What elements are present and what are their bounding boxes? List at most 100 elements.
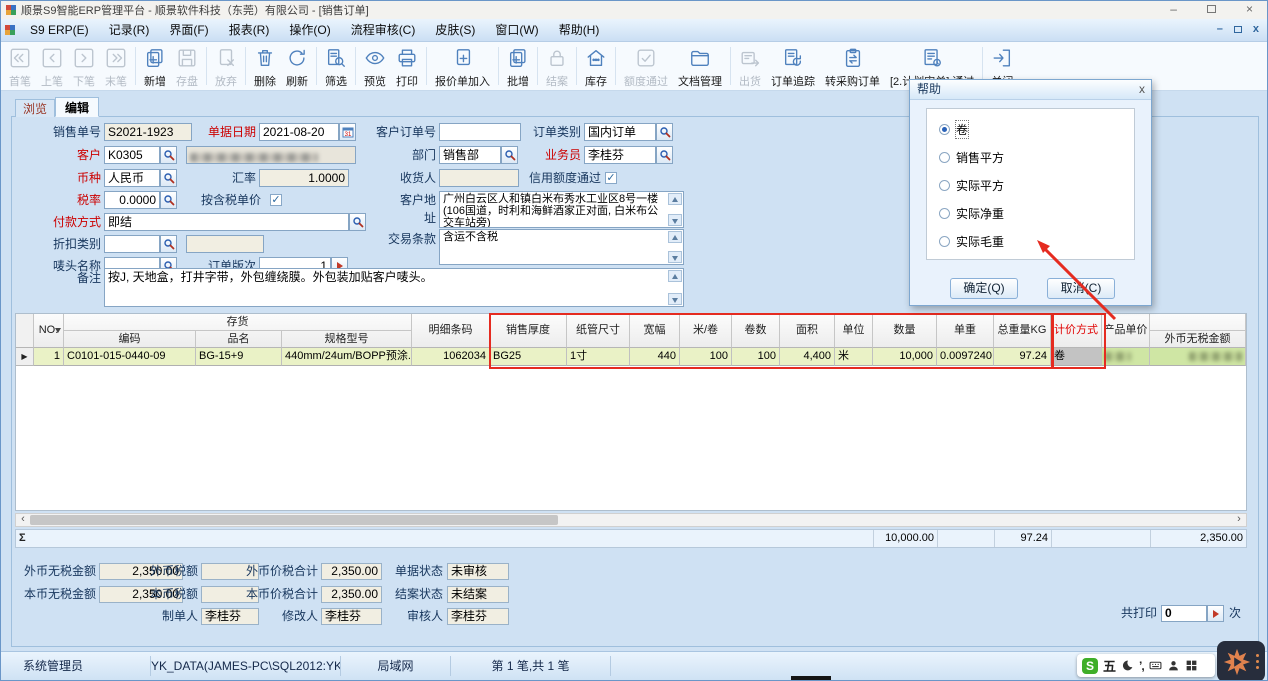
cell-code[interactable]: C0101-015-0440-09 xyxy=(64,348,196,366)
toolbar-quote-add-button[interactable]: 报价单加入 xyxy=(430,44,495,88)
tax-rate-field[interactable]: 0.0000 xyxy=(104,191,160,209)
cell-unit[interactable]: 米 xyxy=(835,348,873,366)
menu-item-6[interactable]: 皮肤(S) xyxy=(425,19,485,41)
grid-icon[interactable] xyxy=(1185,659,1198,672)
col-header-spec[interactable]: 规格型号 xyxy=(282,331,412,348)
print-count-spinner-icon[interactable] xyxy=(1207,605,1224,622)
customer-lookup-icon[interactable] xyxy=(160,146,177,164)
cell-wide[interactable]: 440 xyxy=(630,348,680,366)
toolbar-batch-add-button[interactable]: 批增 xyxy=(502,44,534,88)
payment-field[interactable]: 即结 xyxy=(104,213,349,231)
toolbar-track-button[interactable]: 订单追踪 xyxy=(766,44,820,88)
radio-icon[interactable] xyxy=(939,236,950,247)
col-header-tweight[interactable]: 总重量KG xyxy=(994,314,1051,348)
row-indicator[interactable]: ▶ xyxy=(16,348,34,366)
person-icon[interactable] xyxy=(1167,659,1180,672)
customer-field[interactable]: K0305 xyxy=(104,146,160,164)
order-type-lookup-icon[interactable] xyxy=(656,123,673,141)
mdi-restore-button[interactable] xyxy=(1234,26,1242,33)
scroll-down-icon[interactable] xyxy=(668,251,682,263)
address-field[interactable]: 广州白云区人和镇白米布秀水工业区8号一楼 (106国道，时利和海鲜酒家正对面, … xyxy=(439,191,684,228)
discount-type-field[interactable] xyxy=(104,235,160,253)
salesman-lookup-icon[interactable] xyxy=(656,146,673,164)
keyboard-icon[interactable] xyxy=(1149,659,1162,672)
radio-icon[interactable] xyxy=(939,208,950,219)
toolbar-preview-button[interactable]: 预览 xyxy=(359,44,391,88)
tax-rate-lookup-icon[interactable] xyxy=(160,191,177,209)
scroll-up-icon[interactable] xyxy=(668,231,682,243)
scroll-down-icon[interactable] xyxy=(668,214,682,226)
close-button[interactable]: × xyxy=(1246,2,1253,16)
mdi-minimize-button[interactable]: – xyxy=(1217,23,1223,35)
cell-thickness[interactable]: BG25 xyxy=(490,348,567,366)
col-header-qty[interactable]: 数量 xyxy=(873,314,937,348)
cancel-button[interactable]: 取消(C) xyxy=(1047,278,1115,299)
credit-pass-checkbox[interactable]: ✓ xyxy=(605,172,617,184)
col-header-amount[interactable]: 外币无税金额 xyxy=(1150,331,1246,348)
menu-item-3[interactable]: 报表(R) xyxy=(219,19,280,41)
radio-icon[interactable] xyxy=(939,152,950,163)
cell-uprice[interactable] xyxy=(1102,348,1150,366)
toolbar-filter-button[interactable]: 筛选 xyxy=(320,44,352,88)
col-header-unit[interactable]: 单位 xyxy=(835,314,873,348)
col-header-uprice[interactable]: 产品单价 xyxy=(1102,314,1150,348)
cell-area[interactable]: 4,400 xyxy=(780,348,835,366)
col-header-pricing[interactable]: 计价方式 xyxy=(1051,314,1102,348)
scroll-down-icon[interactable] xyxy=(668,293,682,305)
cell-amount[interactable] xyxy=(1150,348,1246,366)
minimize-button[interactable]: – xyxy=(1170,2,1177,16)
cell-mroll[interactable]: 100 xyxy=(680,348,732,366)
col-header-area[interactable]: 面积 xyxy=(780,314,835,348)
help-close-icon[interactable]: x xyxy=(1139,82,1145,96)
print-count-field[interactable]: 0 xyxy=(1161,605,1207,622)
calendar-icon[interactable]: 31 xyxy=(339,123,356,141)
ime-logo-icon[interactable]: S xyxy=(1082,658,1098,674)
col-header-barcode[interactable]: 明细条码 xyxy=(412,314,490,348)
punctuation-icon[interactable]: ’, xyxy=(1139,659,1144,673)
cell-barcode[interactable]: 1062034 xyxy=(412,348,490,366)
grid-hscrollbar[interactable]: ‹ › xyxy=(15,513,1247,527)
radio-icon[interactable] xyxy=(939,124,950,135)
remark-field[interactable]: 按J, 天地盒，打井字带，外包缠绕膜。外包装加贴客户唛头。 xyxy=(104,268,684,307)
radio-option-row[interactable]: 卷 xyxy=(927,115,1134,143)
scroll-up-icon[interactable] xyxy=(668,270,682,282)
ime-toolbar[interactable]: S 五 ’, xyxy=(1077,654,1215,677)
mdi-close-button[interactable]: x xyxy=(1253,23,1259,35)
cell-tweight[interactable]: 97.24 xyxy=(994,348,1051,366)
menu-item-5[interactable]: 流程审核(C) xyxy=(341,19,426,41)
discount-type-lookup-icon[interactable] xyxy=(160,235,177,253)
col-header-uweight[interactable]: 单重 xyxy=(937,314,994,348)
hscroll-thumb[interactable] xyxy=(30,515,558,525)
currency-lookup-icon[interactable] xyxy=(160,169,177,187)
doc-date-field[interactable]: 2021-08-20 xyxy=(259,123,339,141)
dept-field[interactable]: 销售部 xyxy=(439,146,501,164)
maximize-button[interactable] xyxy=(1207,5,1216,13)
cell-pname[interactable]: BG-15+9 xyxy=(196,348,282,366)
ok-button[interactable]: 确定(Q) xyxy=(950,278,1018,299)
radio-option-row[interactable]: 销售平方 xyxy=(927,143,1134,171)
tab-browse[interactable]: 浏览 xyxy=(15,99,55,117)
col-header-code[interactable]: 编码 xyxy=(64,331,196,348)
col-header-mroll[interactable]: 米/卷 xyxy=(680,314,732,348)
toolbar-doc-manage-button[interactable]: 文档管理 xyxy=(673,44,727,88)
menu-item-1[interactable]: 记录(R) xyxy=(99,19,160,41)
menu-item-2[interactable]: 界面(F) xyxy=(159,19,218,41)
radio-option-row[interactable]: 实际净重 xyxy=(927,199,1134,227)
radio-option-row[interactable]: 实际平方 xyxy=(927,171,1134,199)
menu-item-7[interactable]: 窗口(W) xyxy=(485,19,548,41)
cell-spec[interactable]: 440mm/24um/BOPP预涂... xyxy=(282,348,412,366)
menu-item-8[interactable]: 帮助(H) xyxy=(549,19,610,41)
radio-option-row[interactable]: 实际毛重 xyxy=(927,227,1134,255)
toolbar-new-button[interactable]: 新增 xyxy=(139,44,171,88)
dept-lookup-icon[interactable] xyxy=(501,146,518,164)
consignee-field[interactable] xyxy=(439,169,519,187)
cell-rolls[interactable]: 100 xyxy=(732,348,780,366)
cell-no[interactable]: 1 xyxy=(34,348,64,366)
tax-included-checkbox[interactable]: ✓ xyxy=(270,194,282,206)
cell-tube[interactable]: 1寸 xyxy=(567,348,630,366)
col-header-pname[interactable]: 品名 xyxy=(196,331,282,348)
scroll-up-icon[interactable] xyxy=(668,193,682,205)
col-header-wide[interactable]: 宽幅 xyxy=(630,314,680,348)
payment-lookup-icon[interactable] xyxy=(349,213,366,231)
currency-field[interactable]: 人民币 xyxy=(104,169,160,187)
